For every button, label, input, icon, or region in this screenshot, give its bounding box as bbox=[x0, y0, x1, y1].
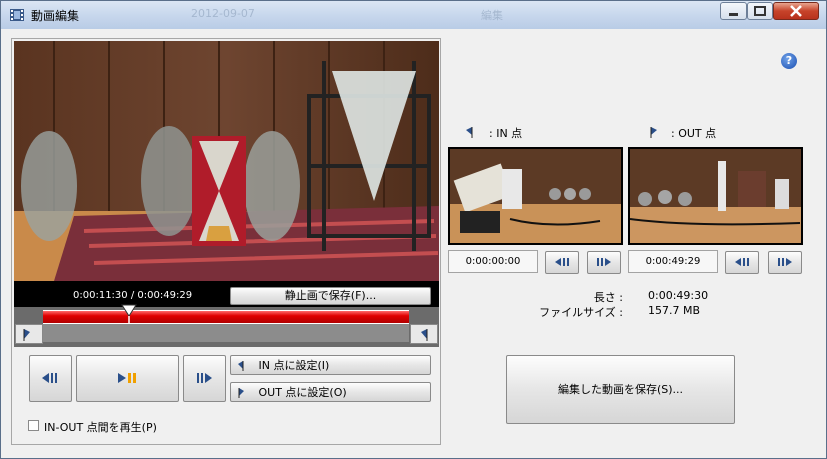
step-forward-icon bbox=[778, 258, 792, 266]
out-time-value: 0:00:49:29 bbox=[645, 256, 701, 267]
title-bar: 動画編集 2012-09-07 編集 bbox=[1, 1, 826, 29]
step-back-icon bbox=[735, 258, 749, 266]
time-readout: 0:00:11:30 / 0:00:49:29 bbox=[73, 290, 192, 301]
close-icon bbox=[790, 5, 802, 17]
help-icon[interactable]: ? bbox=[781, 53, 797, 69]
in-trim-handle[interactable] bbox=[15, 324, 43, 344]
out-step-forward-button[interactable] bbox=[768, 251, 802, 274]
in-time-field[interactable]: 0:00:00:00 bbox=[448, 250, 538, 273]
minimize-button[interactable] bbox=[720, 2, 747, 20]
play-pause-button[interactable] bbox=[76, 355, 179, 402]
play-pause-icon bbox=[118, 373, 136, 383]
file-size-label: ファイルサイズ : bbox=[539, 306, 623, 319]
window-title: 動画編集 bbox=[31, 9, 80, 23]
set-in-point-label: IN 点に設定(I) bbox=[258, 359, 330, 372]
play-inout-label: IN-OUT 点間を再生(P) bbox=[44, 421, 157, 434]
save-edited-video-label: 編集した動画を保存(S)... bbox=[557, 383, 684, 396]
in-point-thumbnail bbox=[448, 147, 623, 245]
step-back-icon bbox=[42, 373, 57, 383]
in-point-label: : IN 点 bbox=[489, 127, 523, 140]
in-step-back-button[interactable] bbox=[545, 251, 579, 274]
out-point-thumbnail bbox=[628, 147, 803, 245]
save-still-button[interactable]: 静止画で保存(F)... bbox=[230, 287, 431, 305]
out-step-back-button[interactable] bbox=[725, 251, 759, 274]
video-preview[interactable] bbox=[14, 41, 439, 281]
set-out-point-label: OUT 点に設定(O) bbox=[258, 386, 347, 399]
length-value: 0:00:49:30 bbox=[648, 289, 709, 302]
set-in-point-button[interactable]: IN 点に設定(I) bbox=[230, 355, 431, 375]
video-edit-window: 動画編集 2012-09-07 編集 ? 0:00:11:30 / 0:00:4… bbox=[0, 0, 827, 459]
out-time-field[interactable]: 0:00:49:29 bbox=[628, 250, 718, 273]
out-flag-icon bbox=[238, 388, 244, 398]
step-forward-icon bbox=[197, 373, 212, 383]
total-time: 0:00:49:29 bbox=[137, 290, 193, 301]
trim-range-bar[interactable] bbox=[43, 310, 409, 324]
set-out-point-button[interactable]: OUT 点に設定(O) bbox=[230, 382, 431, 402]
step-back-button[interactable] bbox=[29, 355, 72, 402]
maximize-icon bbox=[754, 6, 766, 16]
in-flag-icon bbox=[466, 127, 473, 138]
video-frame-image bbox=[14, 41, 439, 281]
in-flag-icon bbox=[23, 329, 30, 341]
in-frame-image bbox=[450, 149, 621, 243]
out-trim-handle[interactable] bbox=[410, 324, 438, 344]
in-flag-icon bbox=[238, 361, 244, 371]
save-still-label: 静止画で保存(F)... bbox=[284, 289, 377, 302]
maximize-button[interactable] bbox=[747, 2, 773, 20]
time-separator: / bbox=[130, 290, 135, 301]
film-edit-icon bbox=[10, 9, 24, 21]
step-back-icon bbox=[555, 258, 569, 266]
file-size-value: 157.7 MB bbox=[648, 304, 701, 317]
save-edited-video-button[interactable]: 編集した動画を保存(S)... bbox=[506, 355, 735, 424]
minimize-icon bbox=[729, 13, 738, 16]
step-forward-button[interactable] bbox=[183, 355, 226, 402]
out-point-label: : OUT 点 bbox=[671, 127, 717, 140]
length-label: 長さ : bbox=[593, 291, 623, 304]
current-time: 0:00:11:30 bbox=[73, 290, 128, 301]
background-date-text: 2012-09-07 bbox=[191, 7, 255, 20]
play-inout-checkbox[interactable] bbox=[28, 420, 39, 431]
in-step-forward-button[interactable] bbox=[587, 251, 621, 274]
step-forward-icon bbox=[597, 258, 611, 266]
playhead-marker[interactable] bbox=[120, 304, 137, 324]
background-title-text: 編集 bbox=[481, 9, 503, 22]
out-frame-image bbox=[630, 149, 801, 243]
close-button[interactable] bbox=[773, 2, 819, 20]
out-flag-icon bbox=[650, 127, 657, 138]
in-time-value: 0:00:00:00 bbox=[465, 256, 521, 267]
trim-strip bbox=[43, 324, 409, 342]
out-flag-icon bbox=[421, 329, 428, 341]
